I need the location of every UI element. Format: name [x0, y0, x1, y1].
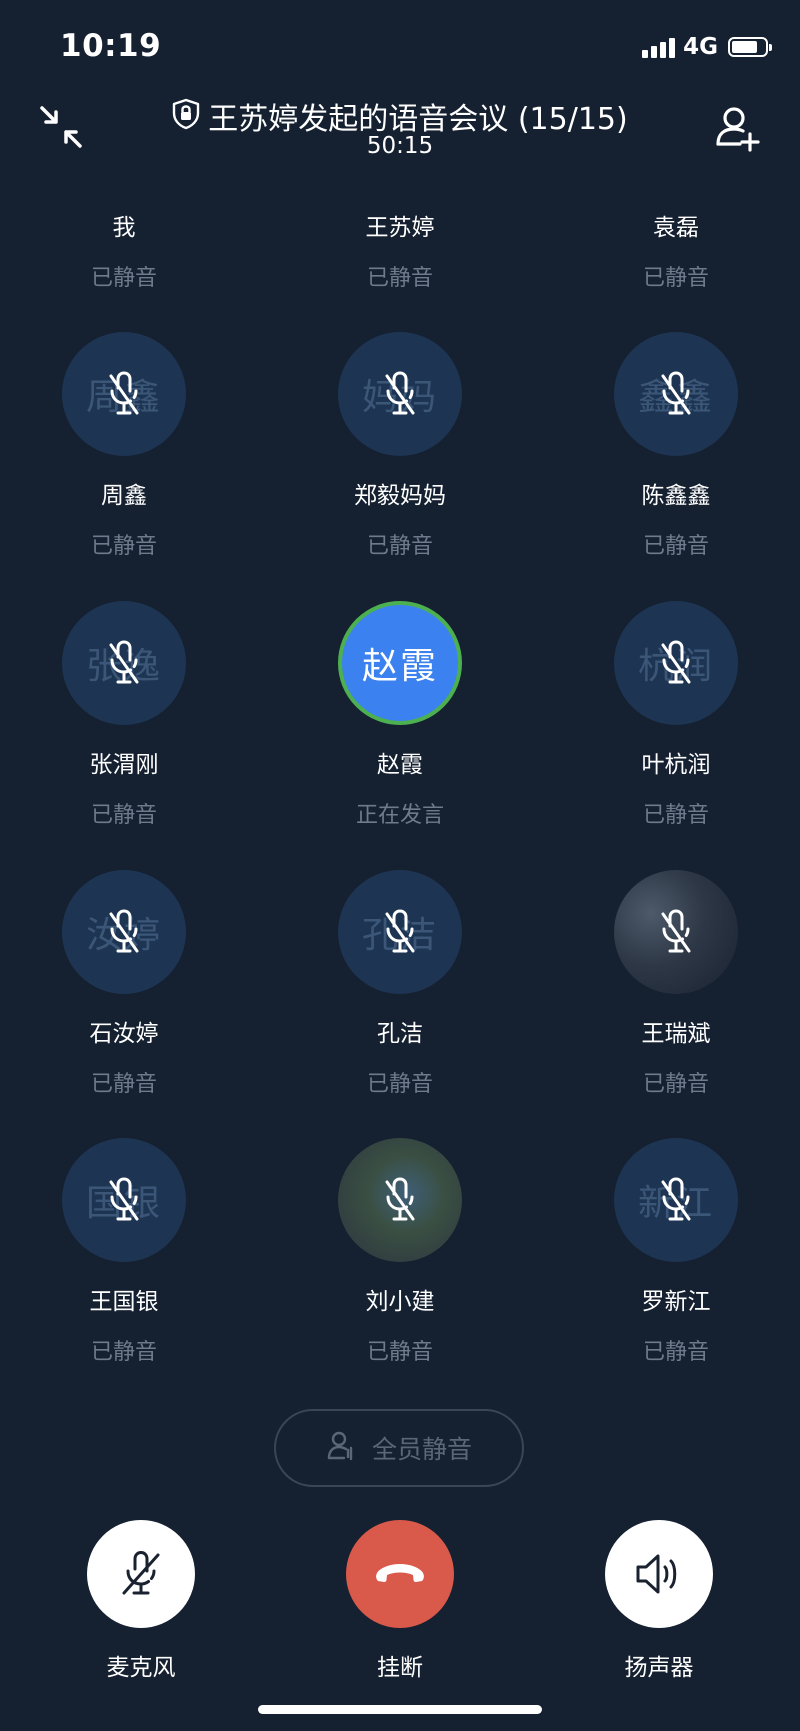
speaker-button[interactable] [605, 1520, 713, 1628]
participant-status: 已静音 [642, 803, 709, 828]
mute-all-label: 全员静音 [371, 1435, 472, 1464]
participant-avatar[interactable]: 周鑫 [62, 332, 186, 456]
participant-15[interactable]: 新江 罗新江 已静音 [576, 1138, 776, 1366]
participant-avatar[interactable] [338, 1138, 462, 1262]
participant-name: 张渭刚 [89, 752, 159, 778]
avatar-initials: 赵霞 [361, 646, 438, 687]
participant-status: 已静音 [90, 266, 157, 291]
participant-status: 已静音 [90, 803, 157, 828]
participant-status: 正在发言 [355, 803, 444, 828]
participant-avatar[interactable]: 张逸 [62, 601, 186, 725]
participant-avatar[interactable]: 鑫鑫 [614, 332, 738, 456]
status-time: 10:19 [60, 28, 162, 64]
microphone-control[interactable]: 麦克风 [61, 1520, 221, 1682]
microphone-button[interactable] [87, 1520, 195, 1628]
participant-name: 孔洁 [377, 1021, 423, 1047]
hangup-label: 挂断 [377, 1655, 423, 1681]
participant-avatar[interactable] [614, 870, 738, 994]
participant-status: 已静音 [366, 1340, 433, 1365]
network-type: 4G [683, 34, 718, 60]
participant-name: 赵霞 [377, 752, 423, 778]
participant-avatar[interactable]: 国银 [62, 1138, 186, 1262]
participant-avatar[interactable]: 妈妈 [338, 332, 462, 456]
participant-1[interactable]: 我已静音 [24, 64, 224, 292]
participant-name: 陈鑫鑫 [641, 483, 711, 509]
mute-all-button[interactable]: 全员静音 [274, 1409, 524, 1487]
participant-status: 已静音 [642, 534, 709, 559]
participant-name: 王苏婷 [365, 215, 435, 241]
signal-icon [642, 36, 676, 58]
participant-status: 已静音 [90, 1340, 157, 1365]
battery-icon [728, 37, 772, 57]
participant-13[interactable]: 国银 王国银 已静音 [24, 1138, 224, 1366]
speaker-control[interactable]: 扬声器 [579, 1520, 739, 1682]
participant-avatar[interactable]: 赵霞 [338, 601, 462, 725]
participant-10[interactable]: 汝婷 石汝婷 已静音 [24, 870, 224, 1098]
participant-2[interactable]: 王苏婷 已静音 [300, 64, 500, 292]
participant-status: 已静音 [642, 1340, 709, 1365]
participant-name: 刘小建 [365, 1289, 435, 1315]
participant-4[interactable]: 周鑫 周鑫 已静音 [24, 332, 224, 560]
participant-5[interactable]: 妈妈 郑毅妈妈 已静音 [300, 332, 500, 560]
participant-name: 王瑞斌 [641, 1021, 711, 1047]
participant-9[interactable]: 杭润 叶杭润 已静音 [576, 601, 776, 829]
mic-off-icon [122, 1551, 160, 1595]
status-indicators: 4G [642, 34, 772, 60]
mute-all-icon [326, 1430, 358, 1466]
participant-status: 已静音 [366, 1072, 433, 1097]
hangup-control[interactable]: 挂断 [320, 1520, 480, 1682]
participant-status: 已静音 [366, 534, 433, 559]
participant-avatar[interactable]: 杭润 [614, 601, 738, 725]
participant-14[interactable]: 刘小建 已静音 [300, 1138, 500, 1366]
participant-12[interactable]: 王瑞斌 已静音 [576, 870, 776, 1098]
participant-status: 已静音 [642, 1072, 709, 1097]
participant-3[interactable]: 袁磊 已静音 [576, 64, 776, 292]
speaker-label: 扬声器 [624, 1655, 694, 1681]
participant-avatar[interactable]: 新江 [614, 1138, 738, 1262]
participant-avatar[interactable]: 汝婷 [62, 870, 186, 994]
participant-status: 已静音 [366, 266, 433, 291]
participant-11[interactable]: 孔洁 孔洁 已静音 [300, 870, 500, 1098]
participant-8[interactable]: 赵霞 赵霞 正在发言 [300, 601, 500, 829]
voice-meeting-screen: 10:19 4G 王苏婷发起的语音会议 (15/15) 50:15 我 已静音 … [0, 0, 800, 1731]
participant-status: 已静音 [90, 1072, 157, 1097]
participant-name: 周鑫 [101, 483, 147, 509]
participant-name: 郑毅妈妈 [354, 483, 446, 509]
participant-7[interactable]: 张逸 张渭刚 已静音 [24, 601, 224, 829]
participant-status: 已静音 [642, 266, 709, 291]
participant-avatar[interactable]: 孔洁 [338, 870, 462, 994]
participant-name: 袁磊 [653, 215, 699, 241]
participant-name: 罗新江 [641, 1289, 711, 1315]
hangup-phone-icon [376, 1564, 424, 1582]
speaker-icon [636, 1554, 677, 1594]
participant-name: 石汝婷 [89, 1021, 159, 1047]
participant-name: 叶杭润 [641, 752, 711, 778]
hangup-button[interactable] [346, 1520, 454, 1628]
participant-name: 王国银 [89, 1289, 159, 1315]
home-indicator [258, 1705, 542, 1714]
microphone-label: 麦克风 [106, 1655, 176, 1681]
participant-name: 我 [112, 215, 136, 241]
participant-6[interactable]: 鑫鑫 陈鑫鑫 已静音 [576, 332, 776, 560]
participant-status: 已静音 [90, 534, 157, 559]
